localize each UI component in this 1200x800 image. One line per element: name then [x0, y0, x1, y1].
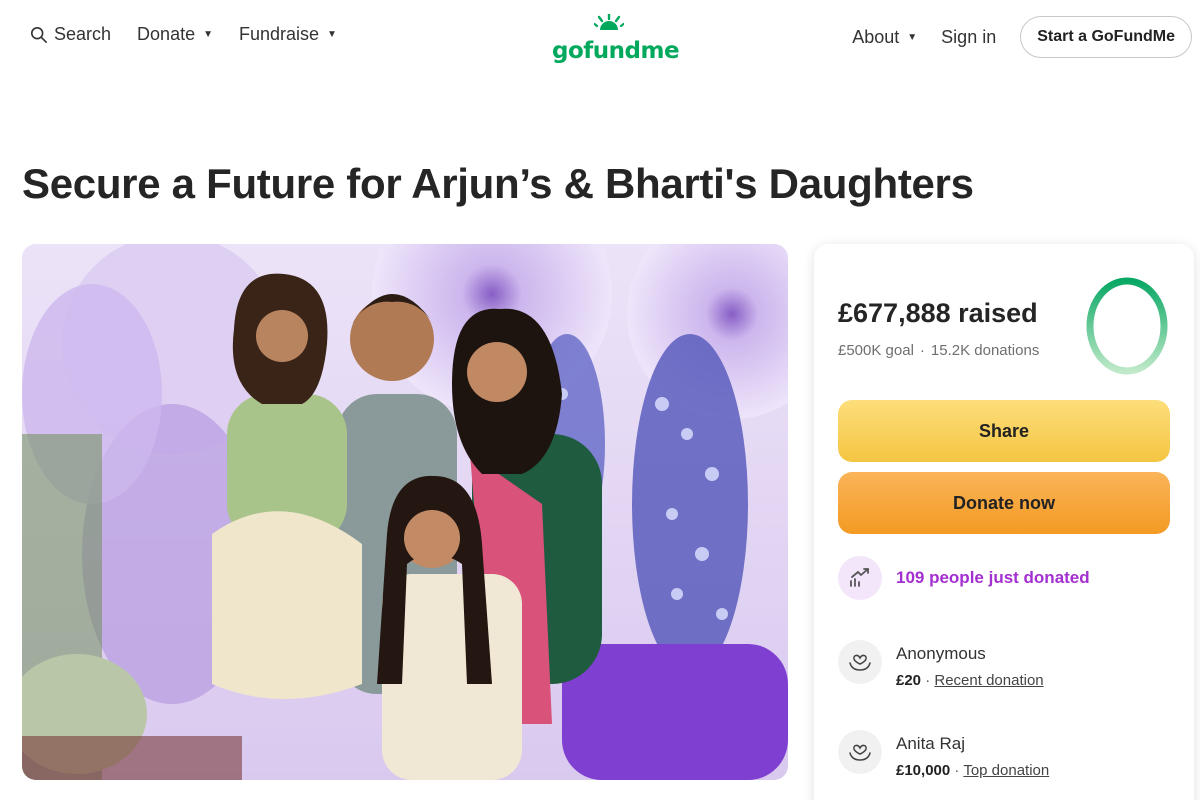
signin-label: Sign in [941, 26, 997, 47]
donation-item-body: Anita Raj £10,000 · Top donation [896, 730, 1049, 779]
chevron-down-icon: ▼ [327, 29, 337, 40]
campaign-photo [22, 244, 788, 780]
share-button[interactable]: Share [838, 400, 1170, 462]
donate-now-button[interactable]: Donate now [838, 472, 1170, 534]
donation-item: Anita Raj £10,000 · Top donation [838, 730, 1049, 779]
about-menu-label: About [852, 26, 900, 47]
about-menu[interactable]: About ▼ [852, 27, 917, 48]
heart-hands-icon [838, 640, 882, 684]
chevron-down-icon: ▼ [203, 29, 213, 40]
donor-name: Anita Raj [896, 734, 965, 753]
campaign-photo-illustration [22, 244, 788, 780]
nav-left: Search Donate ▼ Fundraise ▼ [30, 24, 337, 45]
donation-meta: £10,000 · Top donation [896, 762, 1049, 779]
donation-count: 15.2K donations [930, 342, 1040, 359]
heart-hands-icon [838, 730, 882, 774]
signin-link[interactable]: Sign in [941, 27, 996, 48]
top-donation-link[interactable]: Top donation [963, 762, 1049, 779]
top-navigation: Search Donate ▼ Fundraise ▼ gofundme Abo… [0, 0, 1200, 76]
trending-up-icon [838, 556, 882, 600]
search-label: Search [54, 24, 112, 44]
donation-item: Anonymous £20 · Recent donation [838, 640, 1044, 689]
fundraise-menu-label: Fundraise [239, 24, 320, 44]
separator-dot: · [919, 342, 925, 359]
donation-card: £677,888 raised £500K goal · 15.2K donatio… [814, 244, 1194, 800]
chevron-down-icon: ▼ [907, 31, 918, 43]
donate-menu[interactable]: Donate ▼ [137, 24, 213, 45]
recent-activity: 109 people just donated [838, 556, 1090, 600]
recent-donation-link[interactable]: Recent donation [934, 672, 1043, 689]
donor-name: Anonymous [896, 644, 986, 663]
logo-sun-icon [594, 14, 624, 30]
separator-dot: · [954, 762, 960, 779]
search-icon [30, 26, 48, 43]
start-gofundme-button[interactable]: Start a GoFundMe [1020, 16, 1192, 58]
search-button[interactable]: Search [30, 24, 111, 45]
donation-item-body: Anonymous £20 · Recent donation [896, 640, 1044, 689]
nav-right: About ▼ Sign in Start a GoFundMe [852, 16, 1192, 58]
gofundme-logo[interactable]: gofundme [552, 14, 680, 64]
separator-dot: · [925, 672, 931, 689]
donation-meta: £20 · Recent donation [896, 672, 1044, 689]
fundraise-menu[interactable]: Fundraise ▼ [239, 24, 337, 45]
goal-summary: £500K goal · 15.2K donations [838, 342, 1039, 359]
amount-raised: £677,888 raised [838, 298, 1038, 328]
logo-text: gofundme [552, 38, 680, 64]
donate-menu-label: Donate [137, 24, 196, 44]
progress-ring [1086, 277, 1168, 375]
donation-amount: £10,000 [896, 762, 951, 779]
recent-donors-text: 109 people just donated [896, 568, 1090, 587]
donation-amount: £20 [896, 672, 922, 689]
goal-amount: £500K goal [838, 342, 914, 359]
page-title: Secure a Future for Arjun’s & Bharti's D… [22, 160, 974, 207]
progress-ring-fill [1086, 277, 1168, 375]
